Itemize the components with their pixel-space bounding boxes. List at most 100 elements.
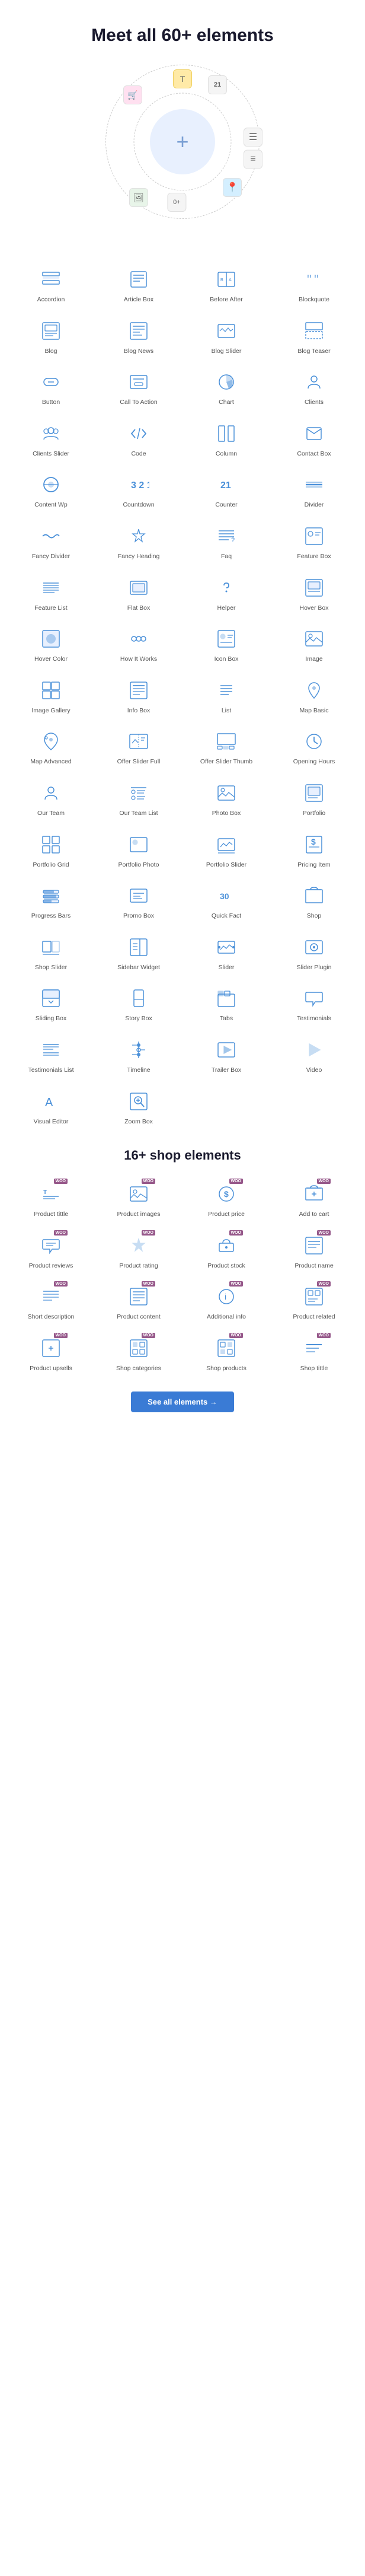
- element-item-fancy-heading[interactable]: Fancy Heading: [97, 517, 181, 565]
- element-item-offer-slider-full[interactable]: Offer Slider Full: [97, 722, 181, 770]
- element-item-shop[interactable]: Shop: [272, 877, 356, 925]
- element-item-offer-slider-thumb[interactable]: Offer Slider Thumb: [184, 722, 268, 770]
- element-item-article-box[interactable]: Article Box: [97, 260, 181, 308]
- circle-item-list: ≡: [244, 150, 262, 170]
- element-item-map-basic[interactable]: Map Basic: [272, 671, 356, 719]
- element-item-portfolio-grid[interactable]: Portfolio Grid: [9, 826, 93, 874]
- element-item-content-wp[interactable]: Content Wp: [9, 466, 93, 514]
- element-item-hover-color[interactable]: Hover Color: [9, 620, 93, 668]
- element-item-pricing-item[interactable]: $Pricing Item: [272, 826, 356, 874]
- shop-item-product-related[interactable]: WOOProduct related: [272, 1278, 356, 1326]
- see-all-button[interactable]: See all elements →: [131, 1392, 234, 1412]
- element-item-image[interactable]: Image: [272, 620, 356, 668]
- element-item-feature-list[interactable]: Feature List: [9, 569, 93, 617]
- element-item-countdown[interactable]: 3 2 1Countdown: [97, 466, 181, 514]
- product-related-label: Product related: [293, 1313, 335, 1321]
- element-item-quick-fact[interactable]: 30Quick Fact: [184, 877, 268, 925]
- testimonials-list-icon: [38, 1037, 64, 1063]
- shop-item-product-rating[interactable]: WOOProduct rating: [97, 1227, 181, 1275]
- element-item-flat-box[interactable]: Flat Box: [97, 569, 181, 617]
- product-name-woo-badge: WOO: [317, 1230, 331, 1236]
- element-item-column[interactable]: Column: [184, 415, 268, 463]
- element-item-portfolio[interactable]: Portfolio: [272, 774, 356, 822]
- shop-section-title: 16+ shop elements: [0, 1136, 365, 1169]
- blog-news-label: Blog News: [124, 348, 153, 355]
- element-item-list[interactable]: List: [184, 671, 268, 719]
- shop-item-product-reviews[interactable]: WOOProduct reviews: [9, 1227, 93, 1275]
- element-item-opening-hours[interactable]: Opening Hours: [272, 722, 356, 770]
- element-item-our-team[interactable]: Our Team: [9, 774, 93, 822]
- element-item-map-advanced[interactable]: Map Advanced: [9, 722, 93, 770]
- element-item-hover-box[interactable]: Hover Box: [272, 569, 356, 617]
- element-item-chart[interactable]: Chart: [184, 363, 268, 411]
- quick-fact-icon: 30: [213, 883, 239, 909]
- element-item-trailer-box[interactable]: Trailer Box: [184, 1031, 268, 1079]
- element-item-testimonials-list[interactable]: Testimonials List: [9, 1031, 93, 1079]
- shop-item-product-stock[interactable]: WOOProduct stock: [184, 1227, 268, 1275]
- element-item-how-it-works[interactable]: How It Works: [97, 620, 181, 668]
- shop-item-product-upsells[interactable]: WOOProduct upsells: [9, 1329, 93, 1377]
- element-item-clients-slider[interactable]: Clients Slider: [9, 415, 93, 463]
- image-gallery-icon: [38, 677, 64, 703]
- shop-item-product-title[interactable]: TWOOProduct tittle: [9, 1175, 93, 1223]
- shop-item-shop-categories[interactable]: WOOShop categories: [97, 1329, 181, 1377]
- element-item-shop-slider[interactable]: Shop Slider: [9, 928, 93, 976]
- shop-item-shop-products[interactable]: WOOShop products: [184, 1329, 268, 1377]
- icon-box-label: Icon Box: [214, 655, 239, 663]
- element-item-feature-box[interactable]: Feature Box: [272, 517, 356, 565]
- portfolio-slider-label: Portfolio Slider: [206, 861, 246, 869]
- element-item-image-gallery[interactable]: Image Gallery: [9, 671, 93, 719]
- element-item-portfolio-photo[interactable]: Portfolio Photo: [97, 826, 181, 874]
- element-item-portfolio-slider[interactable]: Portfolio Slider: [184, 826, 268, 874]
- element-item-blog-slider[interactable]: Blog Slider: [184, 312, 268, 360]
- element-item-code[interactable]: Code: [97, 415, 181, 463]
- shop-item-additional-info[interactable]: iWOOAdditional info: [184, 1278, 268, 1326]
- element-item-sidebar-widget[interactable]: Sidebar Widget: [97, 928, 181, 976]
- element-item-blockquote[interactable]: ""Blockquote: [272, 260, 356, 308]
- timeline-label: Timeline: [127, 1066, 150, 1074]
- element-item-clients[interactable]: Clients: [272, 363, 356, 411]
- element-item-counter[interactable]: 21Counter: [184, 466, 268, 514]
- shop-item-add-to-cart[interactable]: WOOAdd to cart: [272, 1175, 356, 1223]
- element-item-call-to-action[interactable]: Call To Action: [97, 363, 181, 411]
- element-item-fancy-divider[interactable]: Fancy Divider: [9, 517, 93, 565]
- element-item-sliding-box[interactable]: Sliding Box: [9, 979, 93, 1027]
- element-item-promo-box[interactable]: Promo Box: [97, 877, 181, 925]
- element-item-photo-box[interactable]: Photo Box: [184, 774, 268, 822]
- element-item-video[interactable]: Video: [272, 1031, 356, 1079]
- element-item-blog-teaser[interactable]: Blog Teaser: [272, 312, 356, 360]
- element-item-tabs[interactable]: Tabs: [184, 979, 268, 1027]
- svg-text:30: 30: [220, 891, 229, 901]
- feature-box-icon: [301, 523, 327, 549]
- element-item-info-box[interactable]: Info Box: [97, 671, 181, 719]
- icon-box-icon: [213, 626, 239, 652]
- element-item-blog[interactable]: Blog: [9, 312, 93, 360]
- element-item-accordion[interactable]: Accordion: [9, 260, 93, 308]
- element-item-blog-news[interactable]: Blog News: [97, 312, 181, 360]
- shop-item-product-price[interactable]: $WOOProduct price: [184, 1175, 268, 1223]
- element-item-our-team-list[interactable]: Our Team List: [97, 774, 181, 822]
- element-item-icon-box[interactable]: Icon Box: [184, 620, 268, 668]
- element-item-faq[interactable]: ?Faq: [184, 517, 268, 565]
- shop-item-product-name[interactable]: WOOProduct name: [272, 1227, 356, 1275]
- element-item-before-after[interactable]: BABefore After: [184, 260, 268, 308]
- element-item-helper[interactable]: Helper: [184, 569, 268, 617]
- element-item-slider-plugin[interactable]: Slider Plugin: [272, 928, 356, 976]
- shop-item-shop-title[interactable]: WOOShop tittle: [272, 1329, 356, 1377]
- element-item-visual-editor[interactable]: AVisual Editor: [9, 1082, 93, 1131]
- element-item-testimonials[interactable]: Testimonials: [272, 979, 356, 1027]
- element-item-zoom-box[interactable]: Zoom Box: [97, 1082, 181, 1131]
- product-reviews-icon-wrap: WOO: [38, 1233, 64, 1259]
- shop-item-product-content[interactable]: WOOProduct content: [97, 1278, 181, 1326]
- shop-item-short-description[interactable]: WOOShort description: [9, 1278, 93, 1326]
- element-item-story-box[interactable]: Story Box: [97, 979, 181, 1027]
- story-box-label: Story Box: [125, 1015, 152, 1023]
- element-item-divider[interactable]: Divider: [272, 466, 356, 514]
- element-item-slider[interactable]: Slider: [184, 928, 268, 976]
- element-item-contact-box[interactable]: Contact Box: [272, 415, 356, 463]
- photo-box-icon: [213, 780, 239, 806]
- element-item-timeline[interactable]: Timeline: [97, 1031, 181, 1079]
- element-item-button[interactable]: Button: [9, 363, 93, 411]
- element-item-progress-bars[interactable]: Progress Bars: [9, 877, 93, 925]
- shop-item-product-images[interactable]: WOOProduct images: [97, 1175, 181, 1223]
